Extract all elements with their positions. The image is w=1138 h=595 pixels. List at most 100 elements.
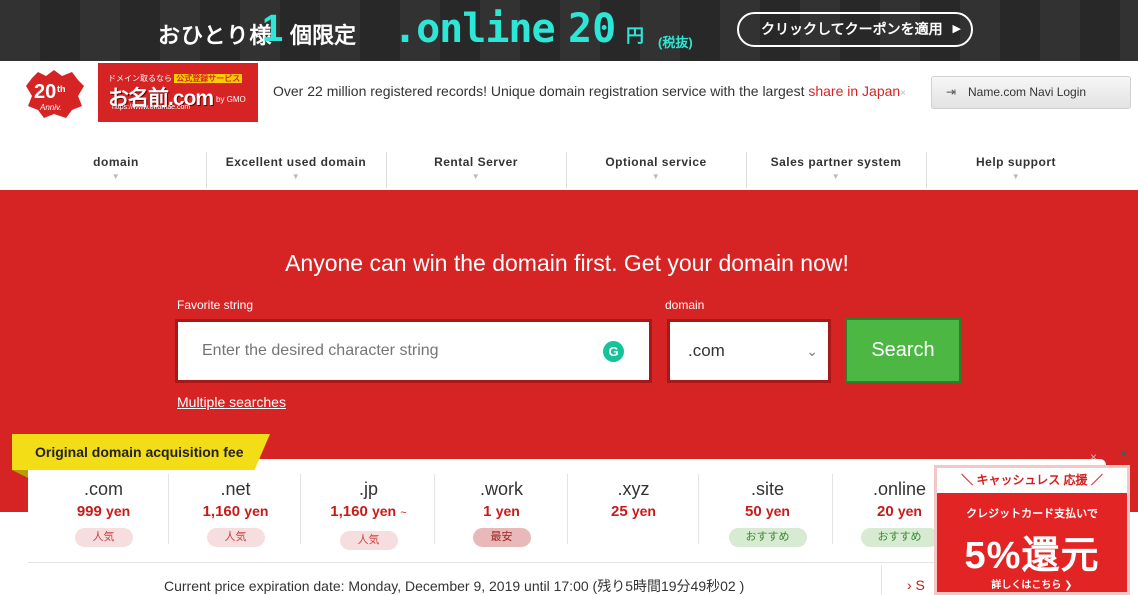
caret-down-icon: ▼ — [111, 172, 121, 181]
nav-item-rental-server[interactable]: Rental Server ▼ — [386, 148, 566, 190]
tld-price-value: 1,160 — [202, 503, 241, 520]
tld-name: .work — [479, 479, 523, 499]
tld-price-unit: yen — [495, 503, 520, 519]
grammarly-icon[interactable]: G — [603, 341, 624, 362]
navi-login-label: Name.com Navi Login — [968, 85, 1087, 99]
play-arrow-icon: ▶ — [952, 23, 961, 35]
recommended-badge: おすすめ — [728, 528, 807, 547]
tld-item-com[interactable]: .com 999 yen 人気 — [38, 459, 169, 559]
tld-item-xyz[interactable]: .xyz 25 yen — [568, 459, 699, 559]
divider — [168, 474, 169, 544]
ad-headline: ＼ キャッシュレス 応援 ／ — [937, 468, 1127, 493]
tld-price-value: 1,160 — [330, 503, 368, 520]
caret-down-icon: ▼ — [831, 172, 841, 181]
tld-item-work[interactable]: .work 1 yen 最安 — [436, 459, 567, 559]
tld-price-suffix: ~ — [400, 507, 407, 519]
fee-tag-label: Original domain acquisition fee — [35, 444, 244, 460]
anniversary-logo: 20 th Anniv. — [26, 70, 84, 118]
header-tagline: Over 22 million registered records! Uniq… — [273, 83, 906, 99]
close-icon[interactable]: × — [900, 88, 906, 99]
domain-tld-value: .com — [688, 341, 725, 360]
ad-subtitle: クレジットカード支払いで — [966, 508, 1098, 520]
caret-down-icon: ▼ — [471, 172, 481, 181]
nav-label: Rental Server — [434, 155, 518, 169]
caret-down-icon: ▼ — [1011, 172, 1021, 181]
apply-coupon-label: クリックしてクーポンを適用 — [761, 21, 943, 37]
divider — [698, 474, 699, 544]
multiple-searches-link[interactable]: Multiple searches — [177, 394, 286, 410]
promo-banner[interactable]: おひとり様 1 個限定 .online 20 円 (税抜) クリックしてクーポン… — [0, 0, 1138, 61]
nav-item-sales-partner[interactable]: Sales partner system ▼ — [746, 148, 926, 190]
svg-text:Anniv.: Anniv. — [39, 103, 62, 112]
chevron-down-icon: ⌄ — [806, 343, 818, 359]
main-nav: domain ▼ Excellent used domain ▼ Rental Se… — [26, 148, 1106, 190]
logo-url: https://www.onamae.com — [112, 104, 191, 111]
divider — [300, 474, 301, 544]
tld-price: 1 yen — [436, 503, 567, 520]
divider — [832, 474, 833, 544]
tld-price: 25 yen — [568, 503, 699, 520]
caret-down-icon: ▼ — [291, 172, 301, 181]
tld-item-site[interactable]: .site 50 yen おすすめ — [702, 459, 833, 559]
tagline-highlight: share in Japan — [808, 83, 901, 99]
tld-item-jp[interactable]: .jp 1,160 yen ~ 人気 — [303, 459, 434, 559]
domain-tld-select[interactable]: .com ⌄ — [667, 319, 831, 383]
banner-text-one-person: おひとり様 — [158, 23, 273, 48]
tld-item-net[interactable]: .net 1,160 yen 人気 — [170, 459, 301, 559]
tld-price-unit: yen — [765, 503, 790, 519]
tld-price-unit: yen — [631, 503, 656, 519]
navi-login-button[interactable]: ⇥ Name.com Navi Login — [931, 76, 1131, 109]
banner-price: 20 — [568, 6, 617, 52]
domain-search-input[interactable] — [175, 319, 652, 383]
onamae-logo[interactable]: ドメイン取るなら 公式登録サービス お名前.com https://www.on… — [98, 63, 258, 122]
tld-price-value: 20 — [877, 503, 894, 520]
ad-close-icon[interactable]: × — [1120, 446, 1134, 462]
ad-big-text: 5%還元 — [964, 535, 1100, 577]
cheapest-badge: 最安 — [472, 528, 531, 547]
nav-item-used-domain[interactable]: Excellent used domain ▼ — [206, 148, 386, 190]
nav-item-domain[interactable]: domain ▼ — [26, 148, 206, 190]
tld-price-value: 999 — [76, 503, 102, 520]
banner-text-limited: 個限定 — [290, 23, 357, 48]
nav-label: Excellent used domain — [225, 155, 367, 169]
tld-name: .jp — [358, 479, 378, 499]
recommended-badge: おすすめ — [860, 528, 939, 547]
banner-tax: (税抜) — [658, 35, 693, 50]
nav-label: domain — [93, 155, 139, 169]
popular-badge: 人気 — [74, 528, 133, 547]
nav-item-optional-service[interactable]: Optional service ▼ — [566, 148, 746, 190]
caret-down-icon: ▼ — [651, 172, 661, 181]
nav-item-help-support[interactable]: Help support ▼ — [926, 148, 1106, 190]
tld-name: .net — [220, 479, 251, 499]
popular-badge: 人気 — [339, 531, 398, 550]
close-icon[interactable]: × — [1090, 450, 1104, 464]
hero-title: Anyone can win the domain first. Get you… — [285, 250, 849, 276]
tld-price: 999 yen — [38, 503, 169, 520]
nav-label: Sales partner system — [770, 155, 902, 169]
tld-price-unit: yen — [106, 503, 131, 519]
favorite-string-label: Favorite string — [177, 298, 254, 312]
tld-price-value: 25 — [611, 503, 628, 520]
svg-text:20: 20 — [34, 81, 56, 103]
tld-price-unit: yen — [244, 503, 269, 519]
divider — [434, 474, 435, 544]
ad-more-link[interactable]: 詳しくはこちら ❯ — [937, 576, 1127, 591]
fee-tag-fold — [12, 470, 28, 478]
banner-tld: .online — [393, 6, 556, 52]
tld-price-value: 50 — [745, 503, 762, 520]
logo-gmo: by GMO — [216, 95, 246, 104]
more-link[interactable]: › S — [907, 577, 925, 593]
apply-coupon-button[interactable]: クリックしてクーポンを適用 ▶ — [737, 12, 973, 47]
tagline-text: Over 22 million registered records! Uniq… — [273, 83, 809, 99]
tld-name: .site — [750, 479, 784, 499]
divider — [881, 565, 882, 595]
tld-price: 1,160 yen — [170, 503, 301, 520]
tld-price-value: 1 — [483, 503, 492, 520]
login-icon: ⇥ — [946, 85, 957, 99]
svg-text:th: th — [57, 84, 66, 94]
nav-label: Optional service — [605, 155, 707, 169]
cashless-promo-ad[interactable]: ＼ キャッシュレス 応援 ／ クレジットカード支払いで 5%還元 詳しくはこちら… — [934, 465, 1130, 595]
search-button[interactable]: Search — [845, 318, 961, 383]
price-expiration-text: Current price expiration date: Monday, D… — [164, 578, 745, 594]
popular-badge: 人気 — [206, 528, 265, 547]
